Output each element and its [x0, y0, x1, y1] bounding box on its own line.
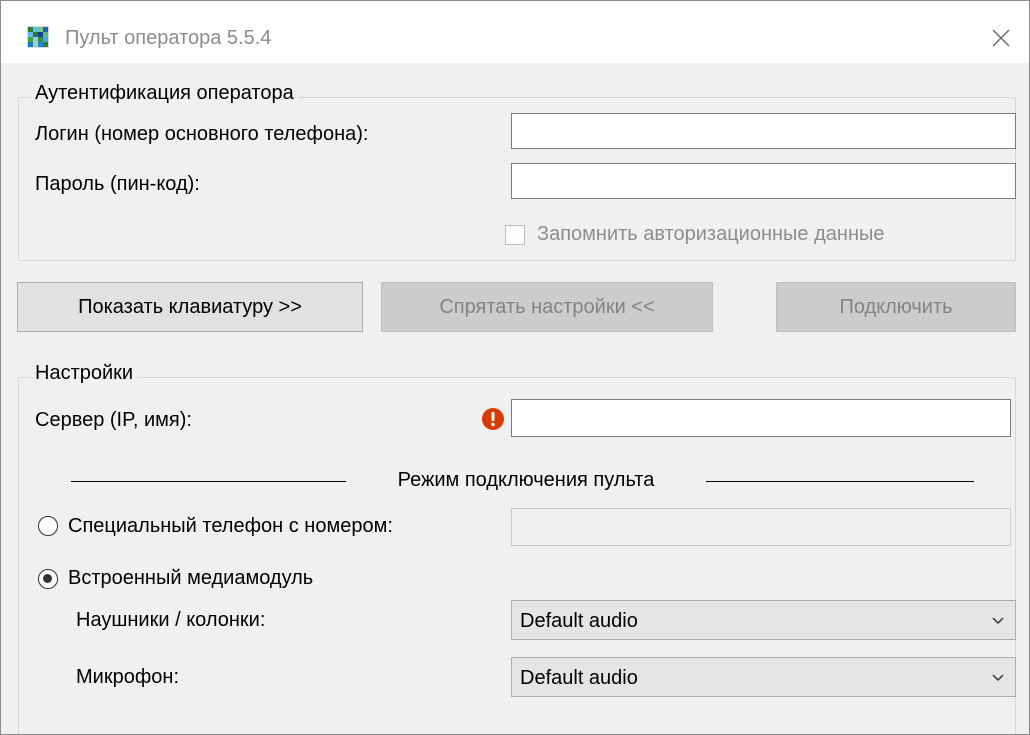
password-input[interactable] — [511, 163, 1016, 199]
grid-app-icon — [27, 26, 49, 48]
title-bar: Пульт оператора 5.5.4 — [1, 1, 1029, 63]
remember-label: Запомнить авторизационные данные — [537, 223, 885, 245]
chevron-down-icon — [992, 617, 1004, 625]
server-input[interactable] — [511, 399, 1011, 437]
show-keyboard-button[interactable]: Показать клавиатуру >> — [17, 282, 363, 332]
hide-settings-button[interactable]: Спрятать настройки << — [381, 282, 713, 332]
separator-line-right — [706, 481, 974, 482]
close-button[interactable] — [986, 23, 1016, 53]
login-label: Логин (номер основного телефона): — [35, 123, 369, 145]
special-phone-radio[interactable] — [38, 516, 58, 536]
builtin-media-label: Встроенный медиамодуль — [68, 567, 314, 589]
close-icon — [992, 29, 1010, 47]
special-phone-input[interactable] — [511, 508, 1011, 546]
password-label: Пароль (пин-код): — [35, 173, 200, 195]
mic-select-value: Default audio — [520, 667, 638, 689]
main-window: Пульт оператора 5.5.4 Аутентификация опе… — [0, 0, 1030, 735]
builtin-media-radio[interactable] — [38, 569, 58, 589]
headphones-select-value: Default audio — [520, 610, 638, 632]
mic-label: Микрофон: — [76, 666, 180, 688]
remember-checkbox[interactable] — [505, 225, 525, 245]
window-title: Пульт оператора 5.5.4 — [65, 27, 272, 49]
radio-selected-dot — [43, 574, 52, 583]
chevron-down-icon — [992, 674, 1004, 682]
auth-group-legend: Аутентификация оператора — [31, 82, 298, 105]
connection-mode-title: Режим подключения пульта — [397, 469, 655, 491]
server-label: Сервер (IP, имя): — [35, 409, 192, 431]
connect-button[interactable]: Подключить — [776, 282, 1016, 332]
mic-select[interactable]: Default audio — [511, 657, 1016, 697]
headphones-select[interactable]: Default audio — [511, 600, 1016, 640]
special-phone-label: Специальный телефон с номером: — [68, 515, 393, 537]
settings-group-legend: Настройки — [31, 362, 138, 385]
error-icon — [482, 408, 504, 430]
login-input[interactable] — [511, 113, 1016, 149]
separator-line-left — [71, 481, 346, 482]
headphones-label: Наушники / колонки: — [76, 609, 266, 631]
